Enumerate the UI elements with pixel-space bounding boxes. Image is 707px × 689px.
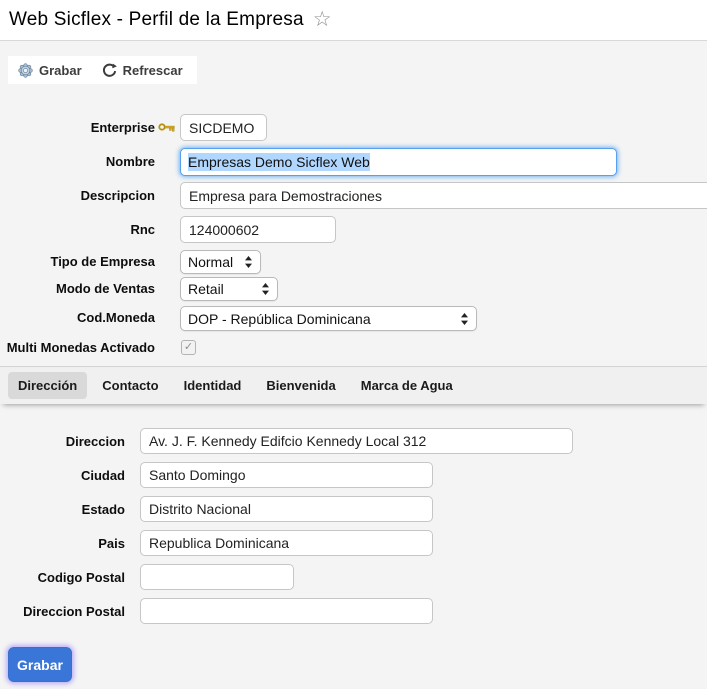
multi-monedas-checkbox[interactable] (181, 340, 196, 355)
grabar-toolbar-button[interactable]: Grabar (18, 63, 82, 78)
tab-bar: Dirección Contacto Identidad Bienvenida … (0, 366, 707, 404)
enterprise-label: Enterprise (90, 120, 155, 135)
tipo-de-empresa-select[interactable]: Normal (180, 250, 261, 274)
direccion-postal-label: Direccion Postal (23, 604, 125, 619)
page-title: Web Sicflex - Perfil de la Empresa (9, 9, 304, 30)
nombre-selected-text: Empresas Demo Sicflex Web (188, 153, 370, 171)
cod-moneda-label: Cod.Moneda (77, 310, 155, 325)
stepper-arrows-icon (244, 255, 253, 269)
multi-monedas-label: Multi Monedas Activado (6, 340, 155, 355)
rnc-label: Rnc (130, 222, 155, 237)
tab-identidad[interactable]: Identidad (174, 372, 252, 399)
refrescar-toolbar-label: Refrescar (122, 62, 183, 78)
tab-marca-de-agua[interactable]: Marca de Agua (351, 372, 463, 399)
grabar-toolbar-label: Grabar (39, 62, 82, 78)
company-profile-page: Web Sicflex - Perfil de la Empresa ☆ Gra… (0, 0, 707, 689)
favorite-star-icon[interactable]: ☆ (313, 9, 332, 30)
modo-de-ventas-value: Retail (188, 281, 224, 297)
key-icon (158, 121, 175, 133)
tipo-de-empresa-label: Tipo de Empresa (50, 254, 155, 269)
modo-de-ventas-label: Modo de Ventas (56, 281, 155, 296)
modo-de-ventas-select[interactable]: Retail (180, 277, 278, 301)
direccion-postal-input[interactable] (140, 598, 433, 624)
descripcion-label: Descripcion (80, 188, 155, 203)
direccion-input[interactable] (140, 428, 573, 454)
refresh-icon (102, 63, 117, 78)
estado-input[interactable] (140, 496, 433, 522)
pais-label: Pais (98, 536, 125, 551)
save-seal-icon (18, 62, 33, 78)
cod-moneda-select[interactable]: DOP - República Dominicana (180, 306, 477, 331)
cod-moneda-value: DOP - República Dominicana (188, 310, 371, 327)
refrescar-toolbar-button[interactable]: Refrescar (102, 63, 183, 78)
stepper-arrows-icon (460, 312, 469, 326)
pais-input[interactable] (140, 530, 433, 556)
tab-contacto[interactable]: Contacto (92, 372, 168, 399)
descripcion-input[interactable] (180, 182, 707, 209)
toolbar: Grabar Refrescar (8, 56, 197, 84)
codigo-postal-label: Codigo Postal (37, 570, 125, 585)
grabar-submit-button[interactable]: Grabar (8, 647, 72, 682)
enterprise-input[interactable] (180, 114, 267, 141)
nombre-label: Nombre (105, 154, 155, 169)
ciudad-label: Ciudad (80, 468, 125, 483)
page-header: Web Sicflex - Perfil de la Empresa ☆ (0, 0, 707, 41)
tipo-de-empresa-value: Normal (188, 254, 234, 270)
tab-direccion[interactable]: Dirección (8, 372, 88, 399)
stepper-arrows-icon (261, 282, 270, 296)
nombre-input[interactable]: Empresas Demo Sicflex Web (180, 148, 617, 176)
direccion-label: Direccion (65, 434, 125, 449)
rnc-input[interactable] (180, 216, 336, 243)
codigo-postal-input[interactable] (140, 564, 294, 590)
tab-bienvenida[interactable]: Bienvenida (256, 372, 345, 399)
ciudad-input[interactable] (140, 462, 433, 488)
estado-label: Estado (81, 502, 125, 517)
